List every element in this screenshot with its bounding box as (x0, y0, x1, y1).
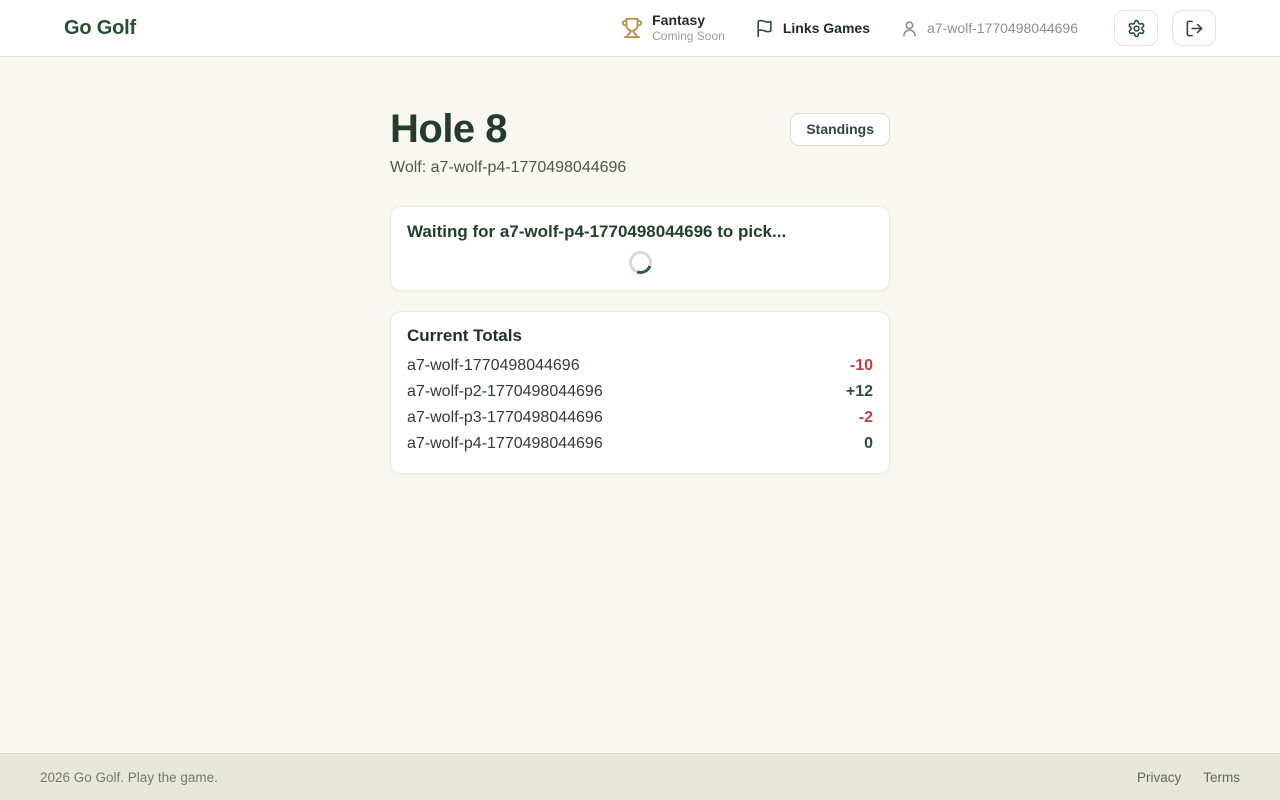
logout-icon (1185, 19, 1204, 38)
player-name: a7-wolf-p4-1770498044696 (407, 435, 603, 453)
nav-links-games-label: Links Games (783, 20, 870, 36)
user-chip: a7-wolf-1770498044696 (900, 19, 1078, 38)
loading-spinner (625, 247, 656, 278)
table-row: a7-wolf-p3-1770498044696 -2 (407, 405, 873, 431)
waiting-card: Waiting for a7-wolf-p4-1770498044696 to … (390, 206, 890, 291)
standings-button[interactable]: Standings (790, 113, 890, 146)
player-name: a7-wolf-1770498044696 (407, 357, 580, 375)
privacy-link[interactable]: Privacy (1137, 770, 1181, 785)
player-score: -10 (850, 357, 873, 375)
table-row: a7-wolf-p4-1770498044696 0 (407, 431, 873, 457)
player-score: 0 (864, 435, 873, 453)
user-name: a7-wolf-1770498044696 (927, 20, 1078, 36)
gear-icon (1127, 19, 1146, 38)
flag-icon (755, 19, 774, 38)
nav-fantasy-sublabel: Coming Soon (652, 29, 725, 43)
settings-button[interactable] (1114, 10, 1158, 46)
header-nav: Fantasy Coming Soon Links Games a7-wolf-… (621, 10, 1216, 46)
totals-title: Current Totals (407, 326, 873, 346)
player-score: +12 (846, 383, 873, 401)
page-title: Hole 8 (390, 107, 507, 151)
nav-item-links-games[interactable]: Links Games (755, 19, 870, 38)
table-row: a7-wolf-p2-1770498044696 +12 (407, 379, 873, 405)
table-row: a7-wolf-1770498044696 -10 (407, 353, 873, 379)
wolf-subtitle: Wolf: a7-wolf-p4-1770498044696 (390, 159, 890, 177)
nav-item-fantasy[interactable]: Fantasy Coming Soon (621, 12, 725, 43)
logout-button[interactable] (1172, 10, 1216, 46)
title-row: Hole 8 Standings (390, 107, 890, 151)
footer-links: Privacy Terms (1137, 770, 1240, 785)
player-score: -2 (859, 409, 873, 427)
user-icon (900, 19, 919, 38)
main-content: Hole 8 Standings Wolf: a7-wolf-p4-177049… (0, 57, 1280, 753)
header-buttons (1110, 10, 1216, 46)
terms-link[interactable]: Terms (1203, 770, 1240, 785)
waiting-message: Waiting for a7-wolf-p4-1770498044696 to … (407, 221, 873, 244)
app-header: Go Golf Fantasy Coming Soon Links Games … (0, 0, 1280, 57)
current-totals-card: Current Totals a7-wolf-1770498044696 -10… (390, 311, 890, 474)
footer-copyright: 2026 Go Golf. Play the game. (40, 770, 218, 785)
player-name: a7-wolf-p2-1770498044696 (407, 383, 603, 401)
brand-logo[interactable]: Go Golf (64, 17, 136, 40)
player-name: a7-wolf-p3-1770498044696 (407, 409, 603, 427)
trophy-icon (621, 17, 643, 39)
nav-fantasy-label: Fantasy (652, 12, 725, 29)
app-footer: 2026 Go Golf. Play the game. Privacy Ter… (0, 753, 1280, 800)
